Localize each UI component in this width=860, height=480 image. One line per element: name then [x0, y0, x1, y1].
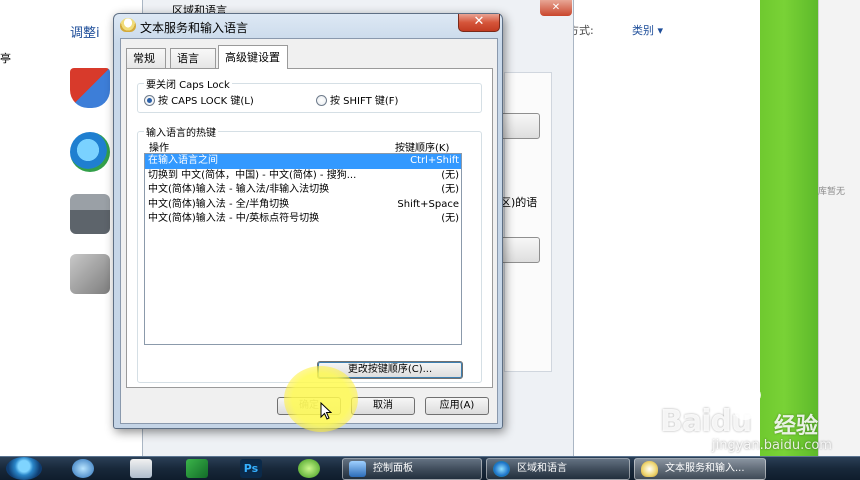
caps-lock-key-label: 按 CAPS LOCK 键(L)	[158, 96, 254, 107]
radio-unchecked-icon[interactable]	[316, 95, 327, 106]
region-side-button[interactable]	[500, 237, 540, 263]
list-item[interactable]: 中文(简体)输入法 - 中/英标点符号切换 (无)	[145, 212, 461, 227]
caps-lock-group-title: 要关闭 Caps Lock	[144, 76, 232, 91]
region-side-button[interactable]	[500, 113, 540, 139]
photoshop-icon[interactable]: Ps	[240, 459, 262, 478]
list-item[interactable]: 中文(简体)输入法 - 输入法/非输入法切换 (无)	[145, 183, 461, 198]
action-column-header: 操作	[149, 143, 169, 154]
dialog-titlebar[interactable]: 文本服务和输入语言 ✕	[114, 14, 502, 40]
task-label: 控制面板	[373, 463, 413, 474]
browser-icon[interactable]	[72, 459, 94, 478]
security-shield-icon[interactable]	[70, 68, 110, 108]
desktop-left-edge: 亭	[0, 0, 11, 456]
hotkey-action: 在输入语言之间	[148, 155, 218, 166]
cancel-button[interactable]: 取消	[351, 397, 415, 415]
list-item[interactable]: 中文(简体)输入法 - 全/半角切换 Shift+Space	[145, 198, 461, 213]
hotkey-keys: (无)	[441, 184, 459, 195]
hotkey-list[interactable]: 在输入语言之间 Ctrl+Shift 切换到 中文(简体，中国) - 中文(简体…	[144, 153, 462, 345]
control-panel-heading: 调整i	[70, 26, 100, 41]
watermark-url: jingyan.baidu.com	[712, 438, 832, 453]
hotkeys-group-title: 输入语言的热键	[144, 124, 218, 139]
caps-lock-key-option[interactable]: 按 CAPS LOCK 键(L)	[144, 92, 254, 107]
tab-language-bar[interactable]: 语言栏	[170, 48, 216, 84]
start-button[interactable]	[6, 457, 42, 480]
explorer-icon[interactable]	[130, 459, 152, 478]
dialog-title: 文本服务和输入语言	[140, 21, 249, 35]
hotkey-keys: (无)	[441, 213, 459, 224]
media-app-icon[interactable]	[186, 459, 208, 478]
tab-advanced-key-settings[interactable]: 高级键设置	[218, 45, 288, 69]
region-side-text: 区)的语	[500, 196, 538, 209]
apply-button[interactable]: 应用(A)	[425, 397, 489, 415]
tab-general[interactable]: 常规	[126, 48, 166, 68]
hotkey-action: 中文(简体)输入法 - 输入法/非输入法切换	[148, 184, 330, 195]
shift-key-option[interactable]: 按 SHIFT 键(F)	[316, 92, 398, 107]
key-sequence-column-header: 按键顺序(K)	[395, 143, 450, 154]
text-services-icon	[641, 461, 658, 477]
baidu-watermark: Baidu 经验 jingyan.baidu.com	[660, 382, 850, 454]
paw-icon	[729, 383, 761, 420]
shift-key-label: 按 SHIFT 键(F)	[330, 96, 399, 107]
radio-checked-icon[interactable]	[144, 95, 155, 106]
globe-icon	[493, 461, 510, 477]
dialog-body: 常规 语言栏 高级键设置 要关闭 Caps Lock 按 CAPS LOCK 键…	[120, 38, 498, 424]
task-label: 文本服务和输入...	[665, 463, 745, 474]
sync-icon[interactable]	[298, 459, 320, 478]
list-item[interactable]: 切换到 中文(简体，中国) - 中文(简体) - 搜狗... (无)	[145, 169, 461, 184]
task-label: 区域和语言	[517, 463, 567, 474]
mouse-pointer-icon	[320, 402, 332, 420]
control-panel-icon	[349, 461, 366, 477]
right-edge-text: 库暂无	[818, 187, 846, 197]
watermark-product: 经验	[774, 414, 819, 439]
taskbar-task-control-panel[interactable]: 控制面板	[342, 458, 482, 480]
printer-icon[interactable]	[70, 194, 110, 234]
region-window-close-button[interactable]: ✕	[540, 0, 572, 16]
left-edge-text: 亭	[0, 52, 11, 65]
caps-lock-group: 要关闭 Caps Lock 按 CAPS LOCK 键(L) 按 SHIFT 键…	[137, 76, 482, 113]
hotkey-action: 中文(简体)输入法 - 全/半角切换	[148, 198, 290, 210]
taskbar-task-region-language[interactable]: 区域和语言	[486, 458, 630, 480]
hotkey-action: 中文(简体)输入法 - 中/英标点符号切换	[148, 213, 320, 224]
text-services-icon	[120, 18, 136, 32]
hotkey-keys: Ctrl+Shift	[410, 155, 459, 166]
hotkey-keys: (无)	[441, 169, 459, 181]
list-item[interactable]: 在输入语言之间 Ctrl+Shift	[145, 154, 461, 169]
hotkey-keys: Shift+Space	[397, 198, 459, 210]
network-globe-icon[interactable]	[70, 132, 110, 172]
taskbar-task-text-services[interactable]: 文本服务和输入...	[634, 458, 766, 480]
hotkey-action: 切换到 中文(简体，中国) - 中文(简体) - 搜狗...	[148, 169, 357, 181]
cursor-highlight	[284, 366, 358, 432]
view-by-dropdown[interactable]: 类别 ▾	[632, 22, 663, 38]
text-services-dialog: 文本服务和输入语言 ✕ 常规 语言栏 高级键设置 要关闭 Caps Lock 按…	[113, 13, 503, 429]
media-icon[interactable]	[70, 254, 110, 294]
dialog-close-button[interactable]: ✕	[458, 14, 500, 32]
